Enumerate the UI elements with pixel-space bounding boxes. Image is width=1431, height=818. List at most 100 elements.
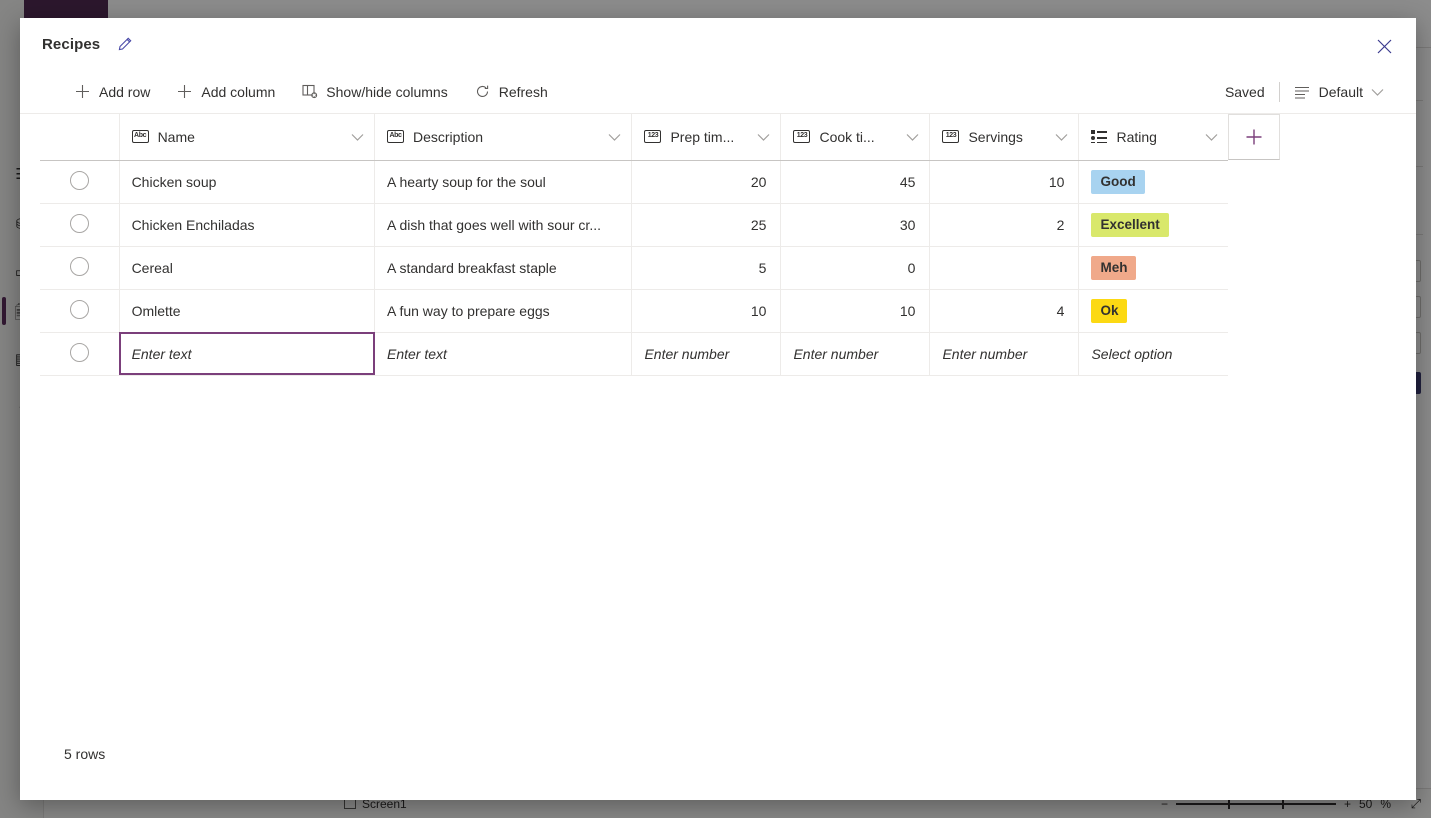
cell-prep-time[interactable]: 10 [632,289,781,332]
columns-settings-icon [301,83,318,100]
refresh-icon [474,83,491,100]
recipes-data-grid: Abc Name Abc Description [40,114,1228,376]
column-header-label: Name [158,129,342,145]
add-row-label: Add row [99,84,150,100]
cell-servings[interactable]: 4 [930,289,1079,332]
choice-type-icon [1091,130,1107,144]
new-row-servings-input[interactable]: Enter number [930,332,1079,375]
cell-description[interactable]: A fun way to prepare eggs [375,289,632,332]
column-header-label: Rating [1116,129,1196,145]
plus-icon [176,83,193,100]
cell-servings[interactable]: 2 [930,203,1079,246]
table-row[interactable]: Cereal A standard breakfast staple 5 0 M… [40,246,1228,289]
cell-rating[interactable]: Good [1079,160,1228,203]
chevron-down-icon[interactable] [1055,129,1068,145]
cell-rating[interactable]: Meh [1079,246,1228,289]
dialog-title: Recipes [42,36,100,53]
status-badge: Excellent [1091,213,1168,237]
new-row-name-input[interactable]: Enter text [119,332,374,375]
table-row[interactable]: Chicken soup A hearty soup for the soul … [40,160,1228,203]
row-count-label: 5 rows [64,746,105,762]
add-column-label: Add column [201,84,275,100]
chevron-down-icon[interactable] [757,129,770,145]
refresh-label: Refresh [499,84,548,100]
view-selector[interactable]: Default [1280,78,1392,107]
column-header-name[interactable]: Abc Name [119,114,374,160]
cell-servings[interactable] [930,246,1079,289]
number-type-icon: 123 [793,130,810,143]
cell-cook-time[interactable]: 10 [781,289,930,332]
chevron-down-icon[interactable] [608,129,621,145]
status-badge: Ok [1091,299,1127,323]
view-selector-label: Default [1319,84,1363,100]
row-select-cell[interactable] [40,160,119,203]
column-header-cook-time[interactable]: 123 Cook ti... [781,114,930,160]
chevron-down-icon[interactable] [906,129,919,145]
chevron-down-icon[interactable] [1205,129,1218,145]
new-row[interactable]: Enter text Enter text Enter number Enter… [40,332,1228,375]
cell-description[interactable]: A hearty soup for the soul [375,160,632,203]
row-select-cell[interactable] [40,289,119,332]
show-hide-columns-label: Show/hide columns [326,84,447,100]
show-hide-columns-button[interactable]: Show/hide columns [291,78,457,105]
cell-name[interactable]: Chicken soup [119,160,374,203]
status-badge: Meh [1091,256,1136,280]
number-type-icon: 123 [942,130,959,143]
text-type-icon: Abc [387,130,404,143]
row-select-cell[interactable] [40,203,119,246]
close-icon[interactable] [1368,30,1400,62]
plus-icon [74,83,91,100]
dialog-toolbar: Add row Add column Show/hide columns [20,70,1416,114]
grid-header-row: Abc Name Abc Description [40,114,1228,160]
dialog-header: Recipes [20,18,1416,70]
cell-rating[interactable]: Ok [1079,289,1228,332]
column-header-rating[interactable]: Rating [1079,114,1228,160]
cell-name[interactable]: Omlette [119,289,374,332]
new-row-cook-input[interactable]: Enter number [781,332,930,375]
new-row-prep-input[interactable]: Enter number [632,332,781,375]
text-type-icon: Abc [132,130,149,143]
data-grid-container: Abc Name Abc Description [20,114,1416,376]
number-type-icon: 123 [644,130,661,143]
row-select-cell[interactable] [40,246,119,289]
recipes-table-dialog: Recipes Add row Add column [20,18,1416,800]
column-header-label: Prep tim... [670,129,748,145]
row-select-radio[interactable] [70,300,89,319]
add-row-button[interactable]: Add row [64,78,160,105]
column-header-label: Cook ti... [819,129,897,145]
saved-status-text: Saved [1225,84,1279,100]
cell-prep-time[interactable]: 25 [632,203,781,246]
row-select-radio[interactable] [70,343,89,362]
row-select-radio[interactable] [70,171,89,190]
column-header-description[interactable]: Abc Description [375,114,632,160]
chevron-down-icon [1371,84,1384,100]
pencil-icon[interactable] [114,33,136,55]
cell-prep-time[interactable]: 20 [632,160,781,203]
table-row[interactable]: Omlette A fun way to prepare eggs 10 10 … [40,289,1228,332]
cell-name[interactable]: Cereal [119,246,374,289]
add-column-header-button[interactable] [1228,114,1280,160]
cell-cook-time[interactable]: 45 [781,160,930,203]
row-select-radio[interactable] [70,257,89,276]
table-row[interactable]: Chicken Enchiladas A dish that goes well… [40,203,1228,246]
column-header-servings[interactable]: 123 Servings [930,114,1079,160]
column-header-label: Description [413,129,599,145]
cell-name[interactable]: Chicken Enchiladas [119,203,374,246]
column-header-label: Servings [968,129,1046,145]
select-all-header[interactable] [40,114,119,160]
cell-description[interactable]: A standard breakfast staple [375,246,632,289]
cell-rating[interactable]: Excellent [1079,203,1228,246]
add-column-button[interactable]: Add column [166,78,285,105]
chevron-down-icon[interactable] [351,129,364,145]
refresh-button[interactable]: Refresh [464,78,558,105]
row-select-cell[interactable] [40,332,119,375]
cell-servings[interactable]: 10 [930,160,1079,203]
cell-cook-time[interactable]: 0 [781,246,930,289]
new-row-rating-select[interactable]: Select option [1079,332,1228,375]
cell-description[interactable]: A dish that goes well with sour cr... [375,203,632,246]
new-row-description-input[interactable]: Enter text [375,332,632,375]
row-select-radio[interactable] [70,214,89,233]
cell-prep-time[interactable]: 5 [632,246,781,289]
column-header-prep-time[interactable]: 123 Prep tim... [632,114,781,160]
cell-cook-time[interactable]: 30 [781,203,930,246]
